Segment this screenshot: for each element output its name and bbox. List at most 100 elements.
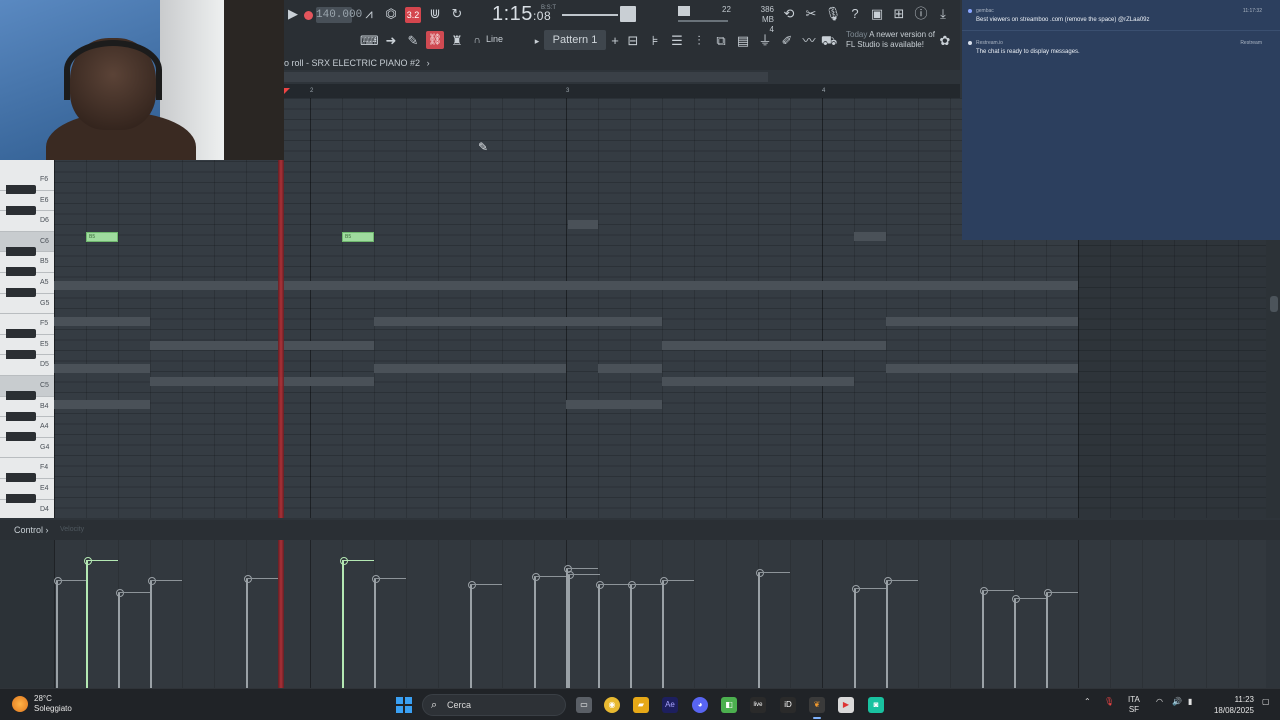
velocity-handle[interactable] (852, 585, 860, 688)
piano-black-key[interactable] (6, 411, 36, 421)
velocity-handle[interactable] (1044, 589, 1052, 688)
info-icon[interactable]: ⓘ (912, 5, 930, 23)
velocity-handle[interactable] (756, 569, 764, 688)
windows-start-icon[interactable] (396, 697, 412, 713)
metronome-icon[interactable]: ⩘ (360, 5, 378, 23)
piano-black-key[interactable] (6, 267, 36, 277)
plugin-icon[interactable]: ⊞ (890, 5, 908, 23)
piano-black-key[interactable] (6, 205, 36, 215)
velocity-handle[interactable] (532, 573, 540, 688)
arrow-right-icon[interactable]: ➜ (382, 32, 400, 50)
ableton-live-icon[interactable]: live (750, 697, 766, 713)
brush-icon[interactable]: ✐ (778, 32, 796, 50)
velocity-handle[interactable] (628, 581, 636, 688)
loop-record-icon[interactable]: ↻ (448, 5, 466, 23)
record-button[interactable] (304, 11, 313, 20)
playhead[interactable] (278, 160, 284, 518)
control-selector[interactable]: Control › (14, 525, 49, 535)
chrome-icon[interactable]: ◉ (604, 697, 620, 713)
piano-black-key[interactable] (6, 246, 36, 256)
cart-icon[interactable]: ⛟ (820, 32, 838, 50)
fl-logo-icon[interactable]: ✿ (936, 32, 954, 50)
cut-icon[interactable]: ✂ (802, 5, 820, 23)
velocity-handle[interactable] (340, 557, 348, 688)
piano-black-key[interactable] (6, 473, 36, 483)
velocity-handle[interactable] (54, 577, 62, 688)
pattern-selector[interactable]: Pattern 1 (544, 30, 606, 50)
vertical-scroll-thumb[interactable] (1270, 296, 1278, 312)
timeline-ruler[interactable]: 2 3 4 (284, 84, 960, 98)
piano-black-key[interactable] (6, 329, 36, 339)
velocity-handle[interactable] (116, 589, 124, 688)
undo-history-icon[interactable]: ⟲ (780, 5, 798, 23)
velocity-handle[interactable] (468, 581, 476, 688)
velocity-lane[interactable] (54, 540, 1266, 688)
battery-icon[interactable]: ▮ (1188, 697, 1192, 707)
note-b5[interactable]: B5 (342, 232, 374, 242)
save-icon[interactable]: ▣ (868, 5, 886, 23)
notification-icon[interactable]: ▢ (1262, 697, 1270, 707)
channel-rack-icon[interactable]: ⊧ (646, 32, 664, 50)
master-volume-slider[interactable] (562, 14, 618, 16)
playlist-icon[interactable]: ☰ (668, 32, 686, 50)
capcut-icon[interactable]: ◧ (721, 697, 737, 713)
master-pitch-knob[interactable] (620, 6, 636, 22)
piano-keyboard[interactable]: F6E6D6C6B5A5G5F5E5D5C5B4A4G4F4E4D4C4 (0, 160, 54, 518)
magnet-icon[interactable]: ∩ (468, 32, 486, 50)
tempo-display[interactable]: 140.000 (316, 7, 362, 23)
language-indicator[interactable]: ITA SF (1128, 695, 1140, 715)
piano-black-key[interactable] (6, 288, 36, 297)
wait-icon[interactable]: ⏣ (382, 5, 400, 23)
play-icon[interactable]: ▶ (284, 5, 302, 23)
clipboard-icon[interactable]: ▤ (734, 32, 752, 50)
discord-icon[interactable]: ◕ (692, 697, 708, 713)
step-edit-icon[interactable]: ⋓ (426, 5, 444, 23)
velocity-handle[interactable] (566, 571, 574, 688)
help-icon[interactable]: ? (846, 5, 864, 23)
plug-icon[interactable]: ⏚ (756, 32, 774, 50)
taskbar-search[interactable]: ⌕ Cerca (422, 694, 566, 716)
velocity-handle[interactable] (84, 557, 92, 688)
after-effects-icon[interactable]: Ae (662, 697, 678, 713)
song-position-marker[interactable] (284, 88, 290, 94)
id-app-icon[interactable]: iD (780, 697, 796, 713)
pattern-song-toggle[interactable]: 3.2 (405, 7, 421, 23)
media-player-icon[interactable]: ▶ (838, 697, 854, 713)
microphone-tray-icon[interactable]: 🎙 (1104, 697, 1114, 707)
wifi-icon[interactable]: ◠ (1156, 697, 1163, 707)
piano-black-key[interactable] (6, 432, 36, 442)
horizontal-scrollbar[interactable] (284, 72, 768, 82)
task-view-icon[interactable]: ▭ (576, 697, 592, 713)
browser-icon[interactable]: ⧉ (712, 32, 730, 50)
bird-icon[interactable]: 〰 (800, 32, 818, 50)
add-pattern-icon[interactable]: + (606, 32, 624, 50)
velocity-handle[interactable] (372, 575, 380, 688)
taskbar-clock[interactable]: 11:23 18/08/2025 (1206, 694, 1254, 716)
link-icon[interactable]: ⛓ (426, 31, 444, 49)
snap-selector[interactable]: Line (486, 34, 503, 44)
velocity-handle[interactable] (148, 577, 156, 688)
streaming-app-icon[interactable]: ◙ (868, 697, 884, 713)
window-title-bar[interactable]: o roll - SRX ELECTRIC PIANO #2 › (284, 56, 960, 70)
volume-icon[interactable]: 🔊 (1172, 697, 1182, 707)
fl-studio-icon[interactable]: ❦ (809, 697, 825, 713)
piano-black-key[interactable] (6, 185, 36, 194)
download-icon[interactable]: ⤓ (934, 5, 952, 23)
update-notice[interactable]: Today A newer version of FL Studio is av… (846, 30, 936, 50)
stamp-icon[interactable]: ♜ (448, 32, 466, 50)
note-b5[interactable]: B5 (86, 232, 118, 242)
mixer-faders-icon[interactable]: ⫶ (690, 32, 708, 50)
velocity-handle[interactable] (244, 575, 252, 688)
draw-pencil-icon[interactable]: ✎ (404, 32, 422, 50)
velocity-handle[interactable] (596, 581, 604, 688)
microphone-icon[interactable]: 🎙 (824, 5, 842, 23)
file-explorer-icon[interactable]: ▰ (633, 697, 649, 713)
piano-black-key[interactable] (6, 494, 36, 503)
mixer-icon[interactable]: ⊟ (624, 32, 642, 50)
velocity-handle[interactable] (980, 587, 988, 688)
piano-icon[interactable]: ⌨ (360, 32, 379, 50)
piano-black-key[interactable] (6, 391, 36, 400)
velocity-handle[interactable] (884, 577, 892, 688)
velocity-handle[interactable] (660, 577, 668, 688)
piano-black-key[interactable] (6, 349, 36, 359)
